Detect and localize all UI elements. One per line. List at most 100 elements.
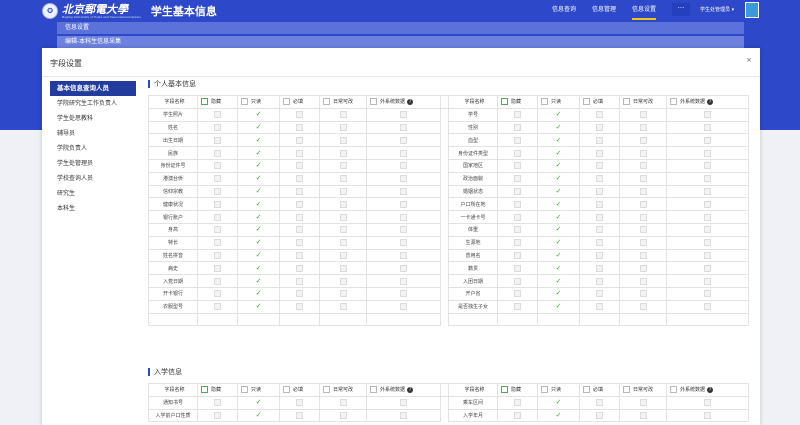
option-cell[interactable] bbox=[666, 395, 749, 410]
option-cell[interactable] bbox=[319, 158, 367, 173]
option-cell[interactable] bbox=[279, 235, 320, 250]
check-icon[interactable]: ✓ bbox=[556, 277, 562, 285]
column-header[interactable]: 外系统数据? bbox=[666, 383, 749, 397]
option-cell[interactable] bbox=[319, 235, 367, 250]
option-cell[interactable] bbox=[319, 274, 367, 288]
option-cell[interactable] bbox=[579, 286, 620, 301]
option-cell[interactable]: ✓ bbox=[537, 395, 580, 410]
option-cell[interactable] bbox=[197, 197, 238, 212]
option-cell[interactable] bbox=[619, 395, 667, 410]
option-checkbox[interactable] bbox=[339, 264, 347, 272]
option-cell[interactable]: ✓ bbox=[537, 133, 580, 148]
option-cell[interactable] bbox=[579, 197, 620, 212]
option-checkbox[interactable] bbox=[596, 411, 603, 419]
check-icon[interactable]: ✓ bbox=[556, 200, 562, 208]
option-checkbox[interactable] bbox=[214, 226, 221, 234]
check-icon[interactable]: ✓ bbox=[556, 110, 562, 118]
check-icon[interactable]: ✓ bbox=[256, 149, 262, 157]
check-icon[interactable]: ✓ bbox=[256, 174, 262, 182]
check-icon[interactable]: ✓ bbox=[556, 238, 562, 246]
option-cell[interactable] bbox=[579, 158, 620, 173]
option-checkbox[interactable] bbox=[596, 123, 603, 131]
option-cell[interactable] bbox=[666, 158, 749, 173]
option-checkbox[interactable] bbox=[339, 277, 347, 285]
option-cell[interactable] bbox=[666, 235, 749, 250]
option-cell[interactable] bbox=[666, 222, 749, 237]
nav-info-query[interactable]: 信息查询 bbox=[544, 0, 584, 20]
help-icon[interactable]: ? bbox=[407, 386, 414, 393]
option-checkbox[interactable] bbox=[214, 251, 221, 259]
column-header[interactable]: 只读 bbox=[237, 95, 280, 109]
option-cell[interactable]: ✓ bbox=[537, 408, 580, 423]
option-cell[interactable] bbox=[197, 261, 238, 276]
option-checkbox[interactable] bbox=[704, 264, 711, 272]
column-header[interactable]: 必填 bbox=[279, 95, 320, 109]
option-checkbox[interactable] bbox=[639, 149, 647, 157]
option-cell[interactable] bbox=[497, 261, 538, 276]
help-icon[interactable]: ? bbox=[707, 98, 714, 105]
option-cell[interactable] bbox=[579, 184, 620, 199]
option-cell[interactable] bbox=[319, 408, 367, 423]
select-all-checkbox[interactable] bbox=[670, 98, 677, 106]
option-cell[interactable] bbox=[579, 222, 620, 237]
option-cell[interactable] bbox=[319, 120, 367, 135]
check-icon[interactable]: ✓ bbox=[556, 264, 562, 272]
check-icon[interactable]: ✓ bbox=[256, 289, 262, 297]
option-checkbox[interactable] bbox=[296, 111, 303, 119]
check-icon[interactable]: ✓ bbox=[256, 161, 262, 169]
option-cell[interactable] bbox=[366, 158, 441, 173]
option-checkbox[interactable] bbox=[339, 111, 347, 119]
column-header[interactable]: 必填 bbox=[279, 383, 320, 397]
option-checkbox[interactable] bbox=[214, 123, 221, 131]
check-icon[interactable]: ✓ bbox=[556, 161, 562, 169]
option-checkbox[interactable] bbox=[339, 123, 347, 131]
option-checkbox[interactable] bbox=[400, 303, 407, 311]
check-icon[interactable]: ✓ bbox=[256, 251, 262, 259]
option-checkbox[interactable] bbox=[639, 175, 647, 183]
option-cell[interactable] bbox=[497, 395, 538, 410]
select-all-checkbox[interactable] bbox=[501, 98, 508, 106]
option-checkbox[interactable] bbox=[214, 213, 221, 221]
option-cell[interactable] bbox=[197, 120, 238, 135]
option-cell[interactable] bbox=[197, 184, 238, 199]
option-cell[interactable] bbox=[197, 286, 238, 301]
option-checkbox[interactable] bbox=[596, 149, 603, 157]
sidebar-item[interactable]: 学生处思教科 bbox=[50, 111, 136, 126]
select-all-checkbox[interactable] bbox=[583, 386, 590, 394]
option-checkbox[interactable] bbox=[339, 290, 347, 298]
option-cell[interactable] bbox=[197, 107, 238, 122]
option-cell[interactable] bbox=[619, 184, 667, 199]
column-header[interactable]: 必填 bbox=[579, 95, 620, 109]
option-checkbox[interactable] bbox=[400, 149, 407, 157]
option-cell[interactable] bbox=[619, 248, 667, 263]
option-cell[interactable] bbox=[279, 274, 320, 288]
option-cell[interactable] bbox=[197, 146, 238, 160]
option-cell[interactable] bbox=[366, 248, 441, 263]
column-header[interactable]: 外系统数据? bbox=[366, 95, 441, 109]
option-cell[interactable] bbox=[366, 299, 441, 314]
option-cell[interactable] bbox=[619, 312, 667, 327]
option-checkbox[interactable] bbox=[400, 239, 407, 247]
select-all-checkbox[interactable] bbox=[283, 98, 290, 106]
option-checkbox[interactable] bbox=[514, 175, 521, 183]
option-cell[interactable] bbox=[619, 107, 667, 122]
option-checkbox[interactable] bbox=[704, 123, 711, 131]
option-cell[interactable]: ✓ bbox=[537, 261, 580, 276]
option-cell[interactable]: ✓ bbox=[537, 107, 580, 122]
check-icon[interactable]: ✓ bbox=[556, 213, 562, 221]
option-checkbox[interactable] bbox=[339, 411, 347, 419]
option-cell[interactable] bbox=[497, 107, 538, 122]
option-checkbox[interactable] bbox=[214, 149, 221, 157]
option-cell[interactable] bbox=[579, 235, 620, 250]
option-cell[interactable]: ✓ bbox=[237, 184, 280, 199]
option-cell[interactable] bbox=[579, 312, 620, 327]
option-checkbox[interactable] bbox=[296, 399, 303, 407]
option-cell[interactable] bbox=[579, 171, 620, 186]
option-checkbox[interactable] bbox=[296, 411, 303, 419]
option-cell[interactable] bbox=[497, 286, 538, 301]
option-checkbox[interactable] bbox=[704, 187, 711, 195]
option-cell[interactable] bbox=[279, 299, 320, 314]
column-header[interactable]: 日常可改 bbox=[319, 383, 367, 397]
option-checkbox[interactable] bbox=[596, 226, 603, 234]
option-checkbox[interactable] bbox=[596, 239, 603, 247]
